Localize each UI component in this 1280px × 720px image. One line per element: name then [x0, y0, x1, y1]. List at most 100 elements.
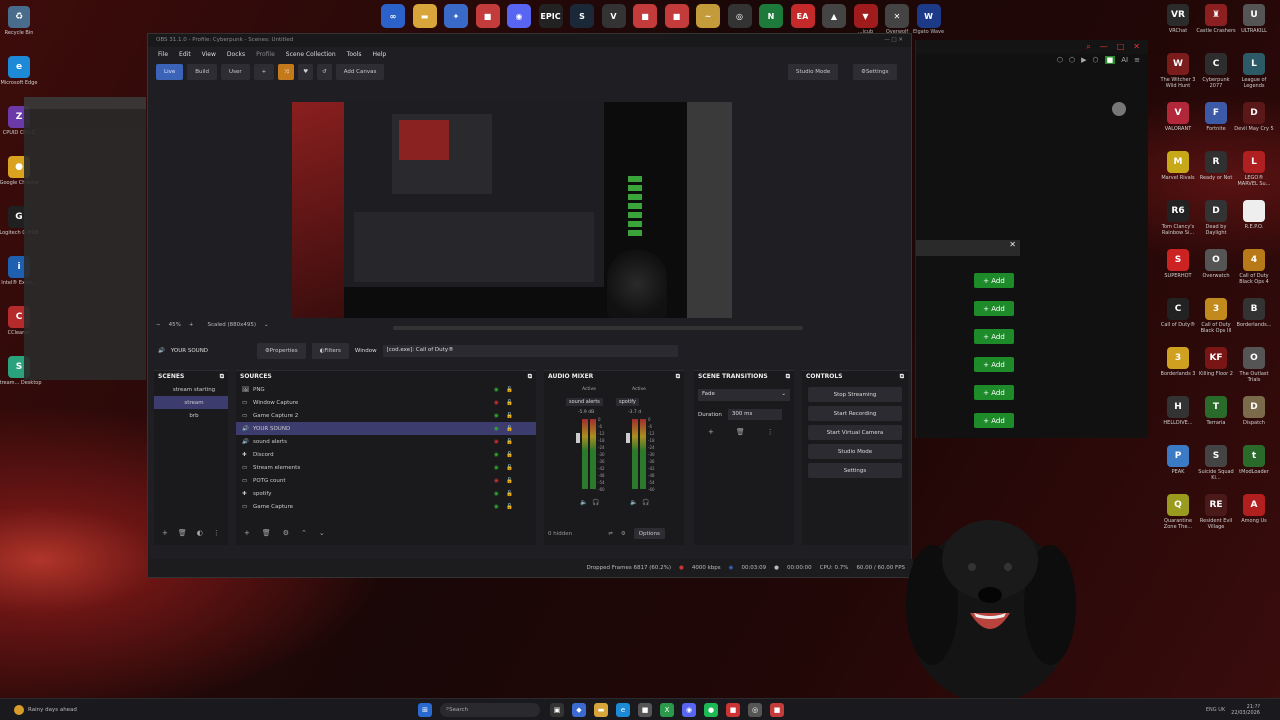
channel-name[interactable]: sound alerts [566, 398, 603, 406]
menu-item-edit[interactable]: Edit [179, 51, 191, 58]
add-button[interactable]: + Add [974, 273, 1014, 288]
desktop-icon[interactable]: R Ready or Not [1196, 151, 1236, 181]
visibility-eye-icon[interactable]: ◉ [494, 452, 499, 458]
taskbar-search[interactable]: ⌕ Search [440, 702, 540, 717]
app4-icon[interactable]: ~ [696, 4, 720, 28]
scene-item[interactable]: stream [154, 396, 228, 409]
chevron-down-icon[interactable]: ⌄ [319, 529, 325, 537]
desktop-icon[interactable]: A Among Us [1234, 494, 1274, 524]
source-item[interactable]: ▭ Window Capture ◉ 🔓 [236, 396, 536, 409]
desktop-icon[interactable]: D Devil May Cry 5 [1234, 102, 1274, 132]
taskbar-app-icon[interactable]: ■ [638, 702, 652, 717]
lock-icon[interactable]: 🔓 [506, 504, 513, 510]
more-icon[interactable]: ⋮ [213, 529, 220, 537]
control-start-recording-button[interactable]: Start Recording [808, 406, 902, 421]
stream-preview[interactable] [292, 102, 732, 318]
avatar[interactable] [1112, 102, 1126, 116]
dock-menu-icon[interactable]: ⧉ [900, 373, 904, 381]
hidden-count[interactable]: 0 hidden [548, 531, 572, 537]
source-item[interactable]: ▭ POTG count ◉ 🔓 [236, 474, 536, 487]
menu-item-tools[interactable]: Tools [347, 51, 362, 58]
desktop-icon[interactable]: D Dead by Daylight [1196, 200, 1236, 236]
add-icon[interactable]: + [162, 529, 168, 537]
desktop-icon[interactable]: O Overwatch [1196, 249, 1236, 279]
scene-item[interactable]: brb [154, 409, 228, 422]
volume-fader[interactable] [576, 433, 580, 443]
menu-item-view[interactable]: View [202, 51, 216, 58]
steam-icon[interactable]: S [570, 4, 594, 28]
live-tab[interactable]: Live [156, 64, 184, 80]
add-button[interactable]: + Add [974, 357, 1014, 372]
add-button[interactable]: + Add [974, 385, 1014, 400]
desktop-icon[interactable]: D Dispatch [1234, 396, 1274, 426]
meta-icon[interactable]: ∞ [381, 4, 405, 28]
source-item[interactable]: ▭ Game Capture 2 ◉ 🔓 [236, 409, 536, 422]
app6-icon[interactable]: ▼ [853, 4, 878, 28]
duration-input[interactable]: 300 ms [727, 409, 782, 420]
desktop-icon[interactable]: S SUPERHOT [1158, 249, 1198, 279]
desktop-icon[interactable]: C Cyberpunk 2077 [1196, 53, 1236, 89]
mixer-list-icon[interactable]: ⇌ [608, 531, 613, 537]
visibility-eye-icon[interactable]: ◉ [494, 478, 499, 484]
heart-icon[interactable]: ♥ [298, 64, 314, 80]
dock-menu-icon[interactable]: ⧉ [220, 373, 224, 381]
desktop-icon[interactable]: t tModLoader [1234, 445, 1274, 475]
lock-icon[interactable]: 🔓 [506, 387, 513, 393]
shuffle-icon[interactable]: ⤨ [278, 64, 295, 80]
more-icon[interactable]: ⋮ [767, 428, 774, 436]
build-tab[interactable]: Build [187, 64, 218, 80]
desktop-icon[interactable]: ♜ Castle Crashers [1196, 4, 1236, 34]
visibility-eye-icon[interactable]: ◉ [494, 439, 499, 445]
desktop-icon[interactable]: 3 Borderlands 3 [1158, 347, 1198, 377]
folder-icon[interactable]: ▬ [412, 4, 437, 28]
discord-icon[interactable]: ◉ [507, 4, 531, 28]
xbox-icon[interactable]: X [660, 702, 674, 717]
lock-icon[interactable]: 🔓 [506, 478, 513, 484]
add-canvas-button[interactable]: Add Canvas [335, 64, 385, 80]
desktop-icon[interactable]: R.E.P.O. [1234, 200, 1274, 230]
chevron-up-icon[interactable]: ⌃ [301, 529, 307, 537]
lock-icon[interactable]: 🔓 [506, 465, 513, 471]
app-icon[interactable]: ✦ [444, 4, 468, 28]
filters-button[interactable]: ◐ Filters [311, 343, 349, 359]
desktop-icon[interactable]: U ULTRAKILL [1234, 4, 1274, 34]
mixer-options-button[interactable]: Options [633, 528, 665, 539]
spotify-icon[interactable]: ● [704, 702, 718, 717]
desktop-icon[interactable]: 3 Call of Duty Black Ops III [1196, 298, 1236, 334]
weather-text[interactable]: Rainy days ahead [28, 707, 418, 713]
source-item[interactable]: 🔊 sound alerts ◉ 🔓 [236, 435, 536, 448]
desktop-icon[interactable]: F Fortnite [1196, 102, 1236, 132]
visibility-eye-icon[interactable]: ◉ [494, 413, 499, 419]
scale-select[interactable]: Scaled (880x495) [207, 322, 256, 328]
desktop-icon[interactable]: VR VRChat [1158, 4, 1198, 34]
source-item[interactable]: 🖼 PNG ◉ 🔓 [236, 383, 536, 396]
desktop-icon[interactable]: 4 Call of Duty Black Ops 4 [1234, 249, 1274, 285]
desktop-icon[interactable]: Q Quarantine Zone The... [1158, 494, 1198, 530]
mute-icon[interactable]: 🔈 [580, 499, 587, 506]
ea-icon[interactable]: EA [790, 4, 815, 28]
clock[interactable]: 21:?? 22/03/2026 [1231, 704, 1260, 716]
refresh-icon[interactable]: ↺ [317, 64, 332, 80]
desktop-icon[interactable]: e Microsoft Edge [0, 56, 42, 86]
add-button[interactable]: + Add [974, 301, 1014, 316]
menu-item-profile[interactable]: Profile [256, 51, 275, 58]
window-select[interactable]: [cod.exe]: Call of Duty® [382, 345, 678, 357]
desktop-icon[interactable]: M Marvel Rivals [1158, 151, 1198, 181]
add-tab-button[interactable]: + [253, 64, 275, 80]
menu-item-help[interactable]: Help [372, 51, 386, 58]
control-start-virtual-camera-button[interactable]: Start Virtual Camera [808, 425, 902, 440]
desktop-icon[interactable]: W The Witcher 3 Wild Hunt [1158, 53, 1198, 89]
studio-mode-button[interactable]: Studio Mode [788, 64, 839, 80]
control-studio-mode-button[interactable]: Studio Mode [808, 444, 902, 459]
nvidia-icon[interactable]: N [759, 4, 783, 28]
gear-icon[interactable]: ⚙ [621, 531, 626, 537]
app5-icon[interactable]: ▲ [822, 4, 846, 28]
headphones-icon[interactable]: 🎧 [592, 499, 599, 506]
edge-icon[interactable]: e [616, 702, 630, 717]
dock-menu-icon[interactable]: ⧉ [786, 373, 790, 381]
desktop-icon[interactable]: T Terraria [1196, 396, 1236, 426]
desktop-icon[interactable]: L LEGO® MARVEL Su... [1234, 151, 1274, 187]
desktop-icon[interactable]: L League of Legends [1234, 53, 1274, 89]
chevron-down-icon[interactable]: ⌄ [264, 322, 269, 328]
settings-button[interactable]: ⚙ Settings [853, 64, 897, 80]
